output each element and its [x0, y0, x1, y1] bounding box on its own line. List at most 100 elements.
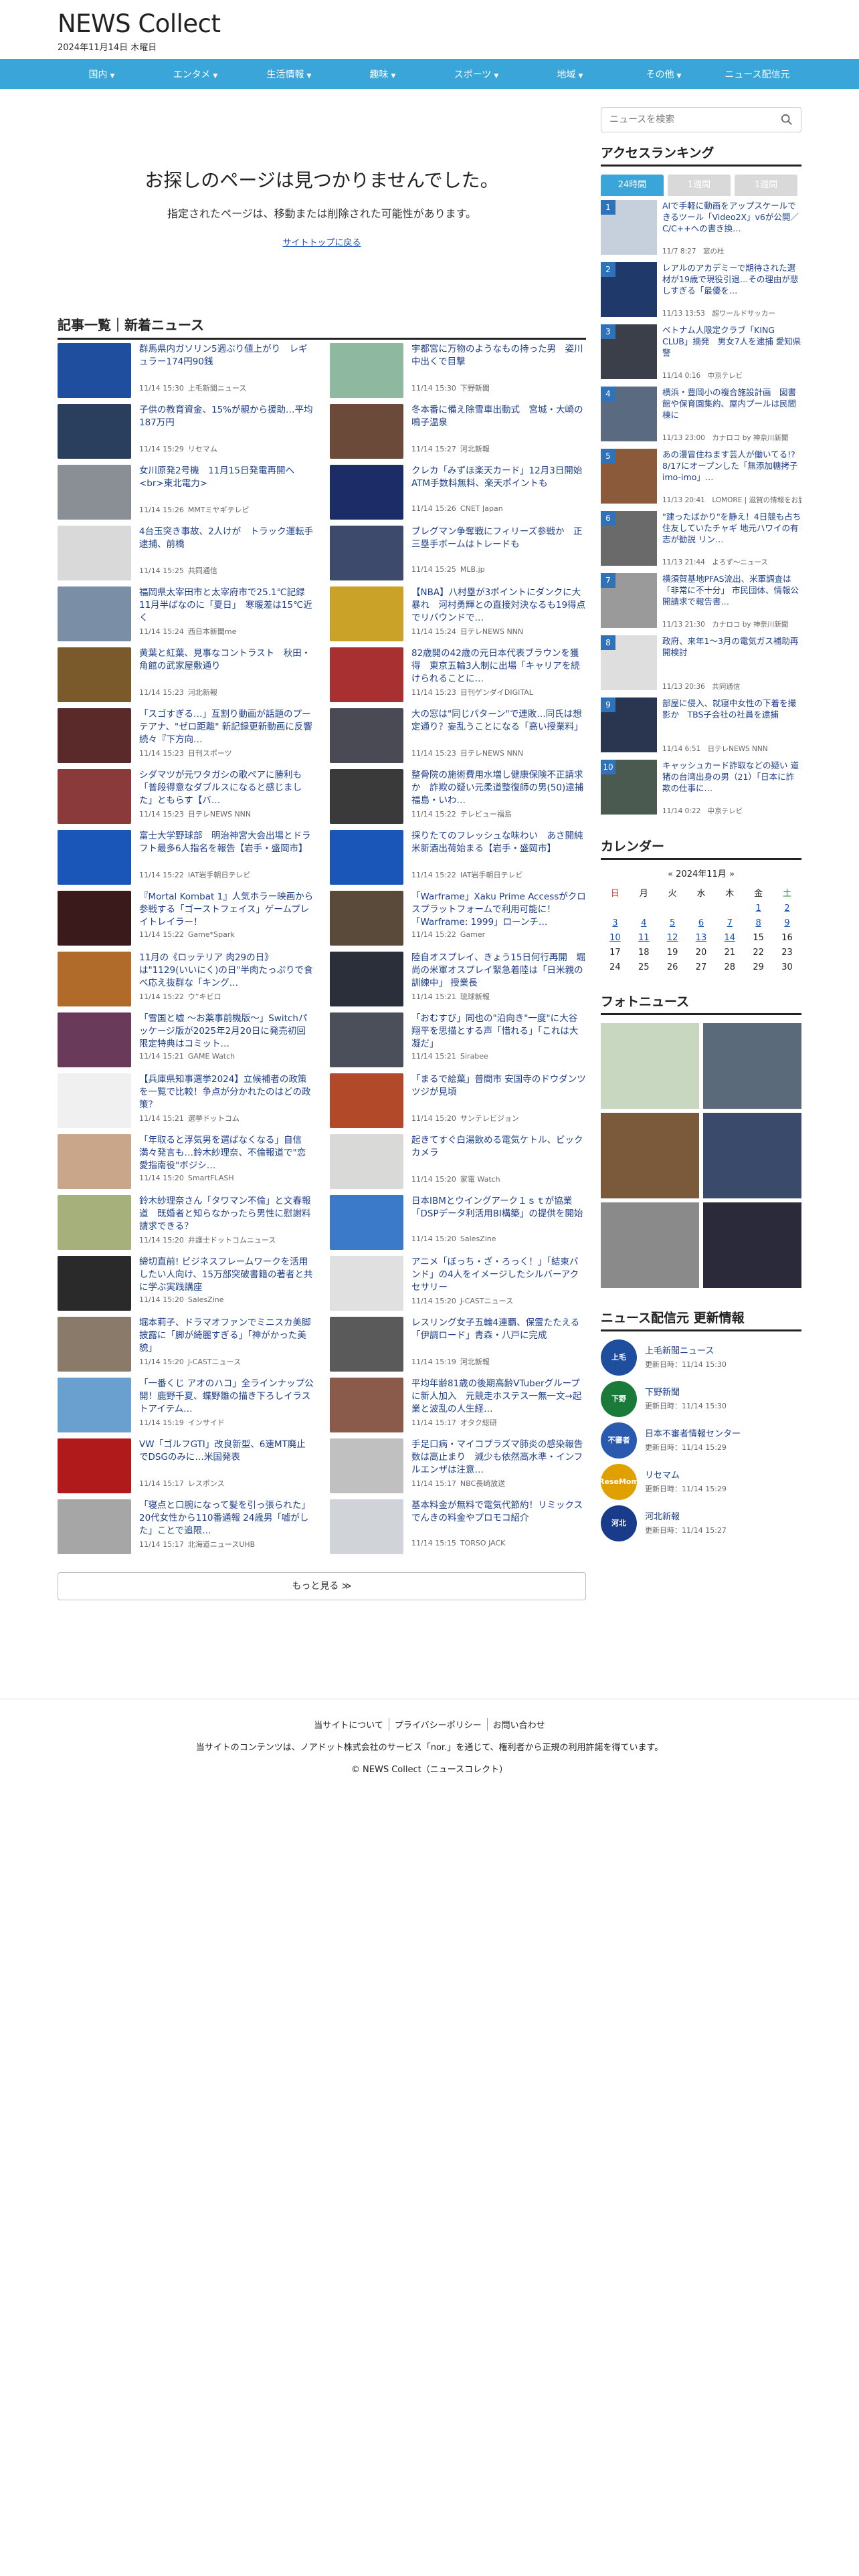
article-item[interactable]: 基本料金が無料で電気代節約！リミックスでんきの料金やプロモコ紹介 11/14 15…	[330, 1499, 586, 1560]
nav-item[interactable]: スポーツ ▼	[430, 68, 523, 81]
article-thumbnail[interactable]	[58, 1134, 131, 1189]
ranking-item[interactable]: 9 部屋に侵入、就寝中女性の下着を撮影か TBS子会社の社員を逮捕 11/14 6:…	[601, 696, 801, 758]
article-item[interactable]: 平均年齢81歳の後期高齢VTuberグループに新人加入 元競走ホステス一無一文→…	[330, 1378, 586, 1438]
calendar-day[interactable]: 10	[601, 930, 630, 945]
article-item[interactable]: クレカ「みずほ楽天カード」12月3日開始 ATM手数料無料、楽天ポイントも 11/…	[330, 465, 586, 526]
article-thumbnail[interactable]	[330, 647, 403, 702]
source-logo[interactable]: 河北	[601, 1505, 637, 1541]
ranking-title[interactable]: キャッシュカード詐取などの疑い 道猪の台湾出身の男（21）「日本に詐欺の仕事に…	[662, 760, 801, 805]
article-thumbnail[interactable]	[58, 1012, 131, 1067]
article-title[interactable]: 福岡県太宰田市と太宰府市で25.1℃記録 11月半ばなのに「夏日」 寒暖差は15…	[139, 586, 314, 625]
article-item[interactable]: 黄葉と紅葉、見事なコントラスト 秋田・角館の武家屋敷通り 11/14 15:23 河…	[58, 647, 314, 708]
article-title[interactable]: 【NBA】八村塁が3ポイントにダンクに大暴れ 河村勇輝との直接対決なるも19得点…	[411, 586, 586, 625]
article-item[interactable]: 【兵庫県知事選挙2024】立候補者の政策を一覧で比較！争点が分かれたのはどの政策…	[58, 1073, 314, 1134]
article-title[interactable]: レスリング女子五輪4連覇、保霊たたえる「伊調ロード」青森・八戸に完成	[411, 1317, 586, 1355]
ranking-title[interactable]: "建ったばかり"を静え！4日競も占ち住友していたチャギ 地元ハワイの有志が勧説 …	[662, 511, 801, 556]
article-title[interactable]: 陸自オスプレイ、きょう15日何行再開 堀尚の米軍オスプレイ緊急着陸は「日米親の訓…	[411, 952, 586, 990]
article-title[interactable]: 「寝点と口腕になって髪を引っ張られた」20代女性から110番通報 24歳男「嘘が…	[139, 1499, 314, 1537]
photo-news-item[interactable]	[601, 1023, 699, 1109]
article-title[interactable]: 締切直前! ビジネスフレームワークを活用したい人向け、15万部突破書籍の著者と共…	[139, 1256, 314, 1294]
article-thumbnail[interactable]	[58, 586, 131, 641]
ranking-title[interactable]: 政府、来年1～3月の電気ガス補助再開検討	[662, 635, 801, 681]
article-item[interactable]: 「おむすび」同也の"沿向き"一度"に大谷翔平を思描とする声「惜れる」「これは大凝…	[330, 1012, 586, 1073]
article-thumbnail[interactable]	[330, 526, 403, 580]
source-item[interactable]: ReseMom リセマム 更新日時：11/14 15:29	[599, 1464, 801, 1505]
article-thumbnail[interactable]	[58, 526, 131, 580]
article-title[interactable]: 基本料金が無料で電気代節約！リミックスでんきの料金やプロモコ紹介	[411, 1499, 586, 1537]
article-title[interactable]: 女川原発2号機 11月15日発電再開へ<br>東北電力>	[139, 465, 314, 503]
article-title[interactable]: 「年取ると浮気男を選ばなくなる」自信満々発言も…鈴木紗理奈、不倫報道で"恋愛指南…	[139, 1134, 314, 1172]
calendar-day[interactable]: 11	[630, 930, 658, 945]
article-thumbnail[interactable]	[58, 952, 131, 1006]
article-thumbnail[interactable]	[58, 1438, 131, 1493]
ranking-title[interactable]: レアルのアカデミーで期待された選材が19歳で現役引退…その理由が悲しすぎる「最優…	[662, 262, 801, 308]
calendar-day[interactable]: 6	[687, 916, 716, 930]
article-thumbnail[interactable]	[330, 1378, 403, 1432]
article-item[interactable]: 【NBA】八村塁が3ポイントにダンクに大暴れ 河村勇輝との直接対決なるも19得点…	[330, 586, 586, 647]
article-thumbnail[interactable]	[58, 708, 131, 763]
ranking-tab[interactable]: 1週間	[735, 175, 797, 196]
article-item[interactable]: 採りたてのフレッシュな味わい あさ開純米新酒出荷始まる【岩手・盛岡市】 11/14…	[330, 830, 586, 891]
ranking-title[interactable]: AIで手軽に動画をアップスケールできるツール「Video2X」v6が公開／C/C…	[662, 200, 801, 245]
article-title[interactable]: VW「ゴルフGTI」改良新型、6速MT廃止でDSGのみに…米国発表	[139, 1438, 314, 1477]
nav-item[interactable]: ニュース配信元	[710, 68, 804, 81]
ranking-item[interactable]: 2 レアルのアカデミーで期待された選材が19歳で現役引退…その理由が悲しすぎる「最…	[601, 261, 801, 323]
article-item[interactable]: 冬本番に備え除雪車出動式 宮城・大崎の鳴子温泉 11/14 15:27 河北新報	[330, 404, 586, 465]
article-thumbnail[interactable]	[330, 586, 403, 641]
article-title[interactable]: 11月の《ロッテリア 肉29の日》は"1129(いいにく)の日"半肉たっぷりで食…	[139, 952, 314, 990]
article-item[interactable]: 日本IBMとウイングアーク１ｓｔが協業「DSPデータ利活用BI構築」の提供を開始…	[330, 1195, 586, 1256]
article-title[interactable]: 子供の教育資金、15%が親から援助…平均187万円	[139, 404, 314, 442]
more-button[interactable]: もっと見る ≫	[58, 1572, 586, 1600]
article-item[interactable]: 起きてすぐ白湯飲める電気ケトル、ビックカメラ 11/14 15:20 家電 Watc…	[330, 1134, 586, 1195]
calendar-day[interactable]: 14	[715, 930, 744, 945]
ranking-title[interactable]: 横須賀基地PFAS流出、米軍調査は「非常に不十分」 市民団体、情報公開請求で報告…	[662, 573, 801, 619]
calendar-day[interactable]: 7	[715, 916, 744, 930]
article-thumbnail[interactable]	[330, 1134, 403, 1189]
photo-news-item[interactable]	[703, 1023, 801, 1109]
ranking-item[interactable]: 4 横浜・豊岡小の複合施設計画 図書館や保育園集約、屋内プールは民間棟に 11/13…	[601, 385, 801, 447]
article-thumbnail[interactable]	[330, 465, 403, 520]
article-item[interactable]: レスリング女子五輪4連覇、保霊たたえる「伊調ロード」青森・八戸に完成 11/14 …	[330, 1317, 586, 1378]
article-thumbnail[interactable]	[330, 952, 403, 1006]
article-thumbnail[interactable]	[58, 1317, 131, 1372]
article-title[interactable]: 群馬県内ガソリン5週ぶり値上がり レギュラー174円90銭	[139, 343, 314, 381]
footer-link[interactable]: プライバシーポリシー	[388, 1718, 487, 1731]
article-item[interactable]: ブレグマン争奪戦にフィリーズ参戦か 正三塁手ボームはトレードも 11/14 15:…	[330, 526, 586, 586]
article-item[interactable]: VW「ゴルフGTI」改良新型、6速MT廃止でDSGのみに…米国発表 11/14 1…	[58, 1438, 314, 1499]
source-item[interactable]: 河北 河北新報 更新日時：11/14 15:27	[601, 1505, 801, 1547]
source-logo[interactable]: 下野	[601, 1381, 637, 1417]
article-thumbnail[interactable]	[58, 1499, 131, 1554]
article-title[interactable]: シダマツが元ワタガシの歌ペアに勝利も「普段得意なダブルスになると感じました」とも…	[139, 769, 314, 807]
ranking-title[interactable]: ベトナム人限定クラブ「KING CLUB」摘発 男女7人を逮捕 愛知県警	[662, 324, 801, 370]
article-item[interactable]: 「寝点と口腕になって髪を引っ張られた」20代女性から110番通報 24歳男「嘘が…	[58, 1499, 314, 1560]
article-title[interactable]: 富士大学野球部 明治神宮大会出場とドラフト最多6人指名を報告【岩手・盛岡市】	[139, 830, 314, 868]
search-icon[interactable]	[781, 114, 793, 126]
article-item[interactable]: 「まるで絵葉」普間市 安国寺のドウダンツツジが見頃 11/14 15:20 サンテレ…	[330, 1073, 586, 1134]
article-item[interactable]: 子供の教育資金、15%が親から援助…平均187万円 11/14 15:29 リセマム	[58, 404, 314, 465]
article-thumbnail[interactable]	[330, 343, 403, 398]
article-thumbnail[interactable]	[58, 1378, 131, 1432]
source-name[interactable]: 下野新聞	[645, 1385, 727, 1398]
source-name[interactable]: 河北新報	[645, 1509, 727, 1522]
article-title[interactable]: 「スゴすぎる…」互割り動画が話題のプーテアナ、"ゼロ距離" 新記録更新動画に反響…	[139, 708, 314, 746]
article-item[interactable]: 「スゴすぎる…」互割り動画が話題のプーテアナ、"ゼロ距離" 新記録更新動画に反響…	[58, 708, 314, 769]
source-item[interactable]: 不審者 日本不審者情報センター 更新日時：11/14 15:29	[601, 1422, 801, 1464]
calendar-day[interactable]: 13	[687, 930, 716, 945]
article-title[interactable]: 82歳開の42歳の元日本代表ブラウンを獲得 東京五輪3人制に出場「キャリアを続け…	[411, 647, 586, 685]
article-item[interactable]: 4台玉突き事故、2人けが トラック運転手逮捕、前橋 11/14 15:25 共同通信	[58, 526, 314, 586]
source-name[interactable]: 日本不審者情報センター	[645, 1426, 741, 1439]
calendar-day-link[interactable]: 5	[670, 918, 675, 928]
article-title[interactable]: アニメ「ぼっち・ざ・ろっく！」「結束バンド」の4人をイメージしたシルバーアクセサ…	[411, 1256, 586, 1294]
footer-link[interactable]: お問い合わせ	[486, 1718, 551, 1731]
article-title[interactable]: 「一番くじ アオのハコ」全ラインナップ公開！鹿野千夏、蝶野雛の描き下ろしイラスト…	[139, 1378, 314, 1416]
site-logo[interactable]: NEWS Collect	[58, 9, 221, 38]
calendar-day-link[interactable]: 8	[756, 918, 761, 928]
calendar-day[interactable]: 3	[601, 916, 630, 930]
article-title[interactable]: 『Mortal Kombat 1』人気ホラー映画から参戦する「ゴーストフェイス」…	[139, 891, 314, 929]
ranking-title[interactable]: 横浜・豊岡小の複合施設計画 図書館や保育園集約、屋内プールは民間棟に	[662, 387, 801, 432]
ranking-item[interactable]: 8 政府、来年1～3月の電気ガス補助再開検討 11/13 20:36 共同通信	[601, 634, 801, 696]
article-thumbnail[interactable]	[58, 830, 131, 885]
article-item[interactable]: 鈴木紗理奈さん「タワマン不倫」と文春報道 既婚者と知らなかったら男性に慰謝料請求…	[58, 1195, 314, 1256]
nav-item[interactable]: 国内 ▼	[55, 68, 149, 81]
article-item[interactable]: 手足口病・マイコプラズマ肺炎の感染報告数は高止まり 減少も依然高水準・インフルエ…	[330, 1438, 586, 1499]
